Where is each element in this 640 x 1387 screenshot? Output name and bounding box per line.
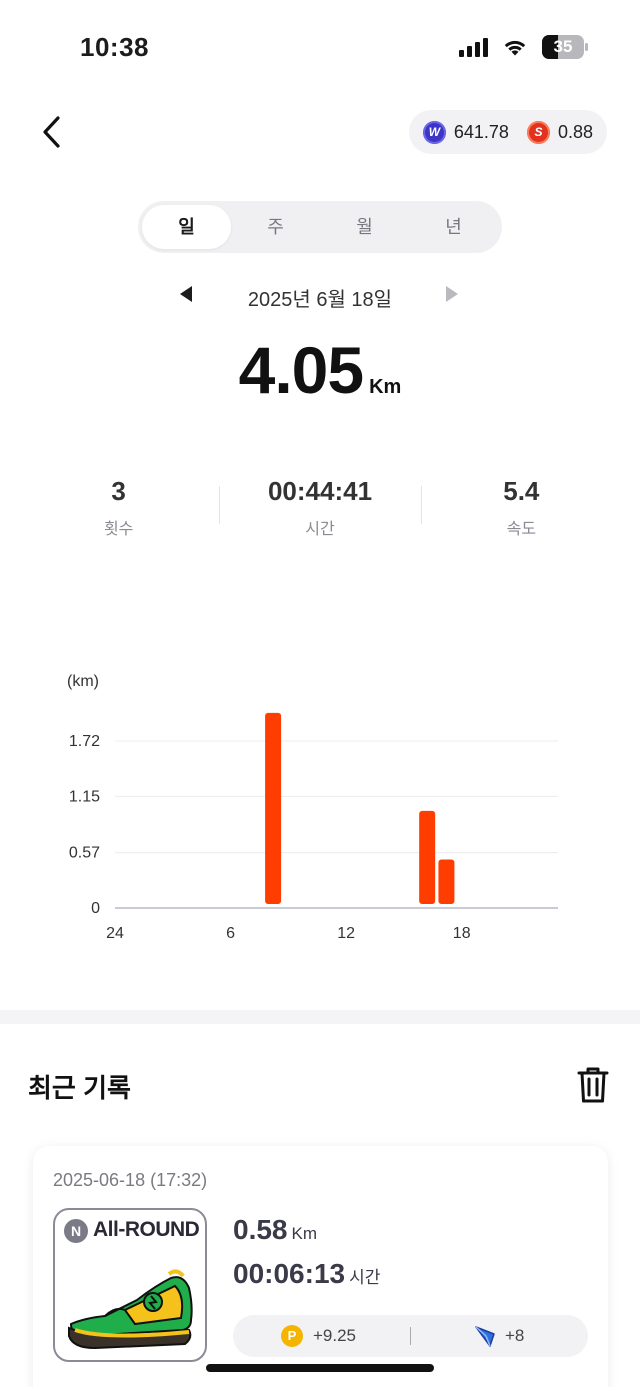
stat-time-label: 시간 xyxy=(305,521,335,538)
tab-week[interactable]: 주 xyxy=(231,205,320,249)
reward-gem: +8 xyxy=(505,1326,525,1345)
record-datetime: 2025-06-18 (17:32) xyxy=(53,1170,208,1190)
wifi-icon xyxy=(502,37,528,57)
record-distance-unit: Km xyxy=(291,1224,318,1243)
y-tick-label: 1.15 xyxy=(69,788,100,805)
shoe-grade-badge: N xyxy=(64,1219,88,1243)
chart-bar xyxy=(419,810,436,904)
x-tick-label: 18 xyxy=(453,925,471,942)
battery-icon: 35 xyxy=(542,35,588,59)
status-icons: 35 xyxy=(459,35,588,59)
y-tick-label: 0.57 xyxy=(69,845,100,862)
record-card[interactable]: 2025-06-18 (17:32) N All-ROUND 0.58 Km 00… xyxy=(33,1146,608,1387)
total-distance: 4.05 Km xyxy=(0,332,640,408)
battery-level: 35 xyxy=(553,37,573,56)
y-tick-label: 1.72 xyxy=(69,733,100,750)
stat-count: 3 횟수 xyxy=(18,476,219,539)
date-navigator: 2025년 6월 18일 xyxy=(0,280,640,312)
stat-count-value: 3 xyxy=(111,476,126,506)
s-coin-balance: 0.88 xyxy=(557,121,593,142)
x-tick-label: 24 xyxy=(106,925,124,942)
reward-points: +9.25 xyxy=(313,1326,357,1345)
recent-records-title: 최근 기록 xyxy=(28,1073,131,1103)
chart-svg: (km) 0 0.57 1.15 1.72 24 6 12 18 xyxy=(67,673,558,942)
record-time-unit: 시간 xyxy=(349,1268,381,1287)
x-tick-label: 6 xyxy=(226,925,235,942)
distance-unit: Km xyxy=(369,376,402,398)
chart-bar xyxy=(438,859,455,904)
record-distance: 0.58 Km xyxy=(233,1214,317,1246)
stat-speed-label: 속도 xyxy=(506,521,537,538)
gem-icon xyxy=(475,1326,495,1347)
stat-speed-value: 5.4 xyxy=(503,476,540,506)
tab-year[interactable]: 년 xyxy=(409,205,498,249)
home-indicator xyxy=(206,1364,434,1372)
summary-stats: 3 횟수 00:44:41 시간 5.4 속도 xyxy=(18,476,622,539)
delete-button[interactable] xyxy=(576,1066,610,1104)
stat-time-value: 00:44:41 xyxy=(267,476,373,506)
period-tabs: 일 주 월 년 xyxy=(138,201,502,253)
cellular-signal-icon xyxy=(459,37,488,57)
section-divider xyxy=(0,1010,640,1024)
chevron-left-icon xyxy=(43,116,60,148)
current-date: 2025년 6월 18일 xyxy=(247,289,393,311)
tab-day[interactable]: 일 xyxy=(142,205,231,249)
w-coin-balance: 641.78 xyxy=(453,121,509,142)
point-coin-icon: P xyxy=(281,1325,303,1347)
trash-icon xyxy=(577,1067,609,1103)
record-distance-value: 0.58 xyxy=(233,1214,288,1245)
x-tick-label: 12 xyxy=(337,925,355,942)
chart-bar xyxy=(265,712,282,904)
next-date-icon[interactable] xyxy=(446,286,458,302)
distance-chart: (km) 0 0.57 1.15 1.72 24 6 12 18 xyxy=(0,660,640,960)
s-coin-icon: S xyxy=(526,120,550,144)
distance-value: 4.05 xyxy=(238,333,364,407)
record-time: 00:06:13 시간 xyxy=(233,1258,380,1290)
reward-pill: P +9.25 +8 xyxy=(233,1315,588,1357)
stat-count-label: 횟수 xyxy=(103,521,134,538)
record-time-value: 00:06:13 xyxy=(233,1258,346,1289)
reward-separator xyxy=(410,1327,411,1345)
sneaker-icon xyxy=(68,1269,193,1350)
coin-balance-pill[interactable]: W 641.78 S 0.88 xyxy=(408,110,607,154)
shoe-name: All-ROUND xyxy=(93,1218,200,1241)
chart-unit-label: (km) xyxy=(67,673,99,690)
y-tick-label: 0 xyxy=(91,900,100,917)
tab-month[interactable]: 월 xyxy=(320,205,409,249)
status-time: 10:38 xyxy=(80,32,149,62)
stat-time: 00:44:41 시간 xyxy=(219,476,420,539)
back-button[interactable] xyxy=(36,112,72,152)
stat-speed: 5.4 속도 xyxy=(420,476,622,539)
status-bar: 10:38 35 xyxy=(0,0,640,96)
shoe-card[interactable]: N All-ROUND xyxy=(53,1208,207,1362)
w-coin-icon: W xyxy=(422,120,446,144)
